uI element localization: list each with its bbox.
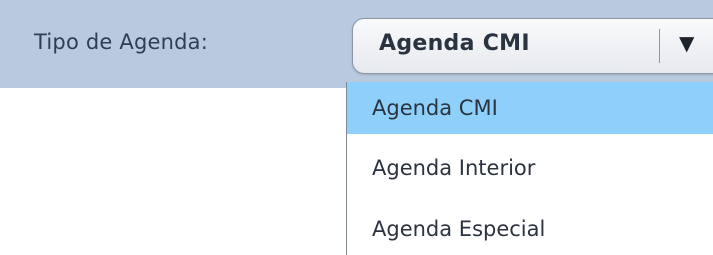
agenda-type-dialog: Tipo de Agenda: Agenda CMI ▼ Agenda CMI … bbox=[0, 0, 713, 255]
field-row: Tipo de Agenda: Agenda CMI ▼ bbox=[0, 0, 713, 88]
option-agenda-interior[interactable]: Agenda Interior bbox=[347, 142, 713, 194]
selected-agenda-value: Agenda CMI bbox=[379, 31, 530, 56]
agenda-type-label: Tipo de Agenda: bbox=[34, 30, 208, 54]
agenda-type-dropdown-list: Agenda CMI Agenda Interior Agenda Especi… bbox=[346, 82, 713, 255]
agenda-type-select[interactable]: Agenda CMI ▼ bbox=[352, 18, 713, 74]
option-agenda-especial[interactable]: Agenda Especial bbox=[347, 203, 713, 255]
select-divider bbox=[659, 29, 660, 63]
chevron-down-icon[interactable]: ▼ bbox=[679, 31, 694, 55]
option-agenda-cmi[interactable]: Agenda CMI bbox=[347, 82, 713, 134]
